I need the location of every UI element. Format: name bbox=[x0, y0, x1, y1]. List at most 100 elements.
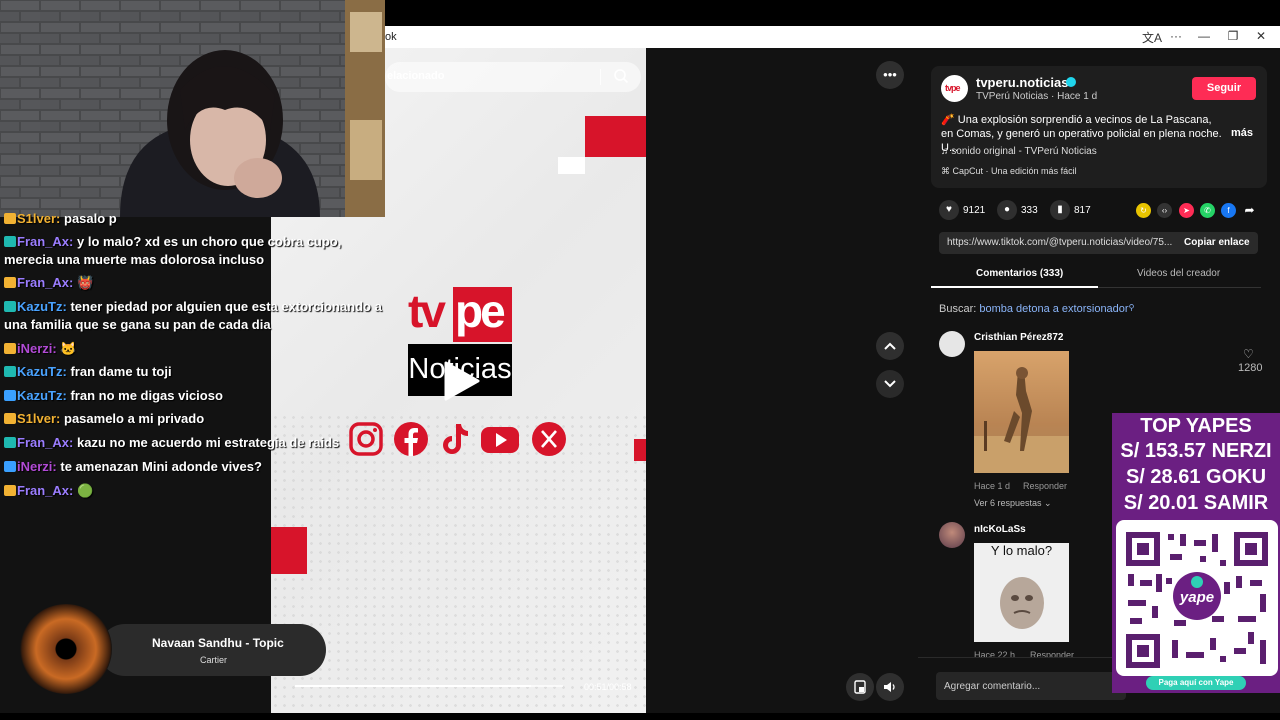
chat-username[interactable]: Fran_Ax: bbox=[17, 275, 73, 290]
qr-pattern-icon: yape bbox=[1126, 532, 1268, 668]
creator-avatar[interactable]: tvpe bbox=[941, 75, 968, 102]
comment-like-count: 1280 bbox=[1238, 362, 1263, 374]
comment-time: Hace 1 d bbox=[974, 481, 1011, 491]
chat-username[interactable]: Fran_Ax: bbox=[17, 234, 73, 249]
tiktok-icon bbox=[440, 420, 470, 461]
chat-message: Fran_Ax: y lo malo? xd es un choro que c… bbox=[4, 233, 341, 251]
album-art-disc bbox=[20, 604, 112, 694]
send-icon[interactable]: ➤ bbox=[1179, 203, 1194, 218]
chat-text: fran no me digas vicioso bbox=[70, 388, 223, 403]
reply-button[interactable]: Responder bbox=[1023, 481, 1067, 491]
comment-author[interactable]: Cristhian Pérez872 bbox=[974, 332, 1064, 343]
chat-username[interactable]: Fran_Ax: bbox=[17, 435, 73, 450]
bottom-black-strip bbox=[0, 713, 1280, 720]
capcut-text: CapCut · Una edición más fácil bbox=[952, 166, 1077, 176]
yapes-line: S/ 20.01 SAMIR bbox=[1123, 492, 1269, 514]
chat-username[interactable]: Fran_Ax: bbox=[17, 483, 73, 498]
capcut-link[interactable]: ⌘ CapCut · Una edición más fácil bbox=[941, 166, 1077, 177]
chat-badge-icon bbox=[4, 413, 16, 424]
decor-white-square bbox=[558, 157, 585, 174]
chat-text: te amenazan Mini adonde vives? bbox=[60, 459, 262, 474]
chat-message: KazuTz: tener piedad por alguien que est… bbox=[4, 298, 382, 316]
facebook-icon bbox=[393, 420, 429, 461]
song-title: Navaan Sandhu - Topic bbox=[152, 636, 284, 650]
now-playing-pill bbox=[99, 624, 326, 676]
chat-text: 🐱 bbox=[60, 341, 77, 356]
video-progress-bar[interactable] bbox=[295, 685, 563, 687]
post-url[interactable]: https://www.tiktok.com/@tvperu.noticias/… bbox=[947, 237, 1175, 248]
follow-button[interactable]: Seguir bbox=[1192, 77, 1256, 100]
comment-author[interactable]: nIcKoLaSs bbox=[974, 524, 1026, 535]
comments-tabs: Comentarios (333) Videos del creador bbox=[931, 262, 1261, 288]
video-search-bar[interactable]: elacionado bbox=[385, 62, 641, 92]
share-repost-icon[interactable]: ↻ bbox=[1136, 203, 1151, 218]
bookmark-icon[interactable]: ▮ bbox=[1050, 200, 1070, 220]
chat-message: Fran_Ax: 👹 bbox=[4, 274, 93, 292]
chat-username[interactable]: KazuTz: bbox=[17, 364, 67, 379]
like-stat[interactable]: ♥ 9121 bbox=[939, 200, 985, 220]
chat-text: tener piedad por alguien que esta extorc… bbox=[70, 299, 382, 314]
close-button[interactable]: ✕ bbox=[1251, 29, 1271, 43]
play-icon[interactable] bbox=[442, 361, 482, 406]
save-stat[interactable]: ▮ 817 bbox=[1050, 200, 1091, 220]
chat-username[interactable]: S1lver: bbox=[17, 211, 60, 226]
chat-username[interactable]: KazuTz: bbox=[17, 388, 67, 403]
volume-icon[interactable] bbox=[876, 673, 904, 701]
comment-avatar[interactable] bbox=[939, 331, 965, 357]
chat-badge-icon bbox=[4, 485, 16, 496]
previous-video-button[interactable] bbox=[876, 332, 904, 360]
comment-image-sticker[interactable] bbox=[974, 351, 1069, 473]
tab-creator-videos[interactable]: Videos del creador bbox=[1137, 268, 1220, 279]
copy-link-button[interactable]: Copiar enlace bbox=[1184, 237, 1250, 248]
x-twitter-icon bbox=[531, 420, 567, 461]
chat-badge-icon bbox=[4, 366, 16, 377]
search-query-link[interactable]: bomba detona a extorsionador bbox=[979, 303, 1128, 315]
chat-username[interactable]: iNerzi: bbox=[17, 341, 57, 356]
yapes-line: S/ 28.61 GOKU bbox=[1125, 466, 1267, 488]
comment-icon[interactable]: ● bbox=[997, 200, 1017, 220]
decor-red-square bbox=[634, 439, 646, 461]
comment-like-icon[interactable]: ♡ bbox=[1243, 347, 1254, 361]
chat-badge-icon bbox=[4, 437, 16, 448]
chat-message: Fran_Ax: kazu no me acuerdo mi estrategi… bbox=[4, 434, 339, 452]
mini-player-icon[interactable] bbox=[846, 673, 874, 701]
next-video-button[interactable] bbox=[876, 370, 904, 398]
heart-icon[interactable]: ♥ bbox=[939, 200, 959, 220]
logo-pe-text: pe bbox=[453, 287, 512, 342]
browser-titlebar: ok 文A ··· — ❐ ✕ bbox=[385, 26, 1280, 48]
creator-username[interactable]: tvperu.noticias bbox=[976, 75, 1068, 90]
comment-avatar[interactable] bbox=[939, 522, 965, 548]
screen: ok 文A ··· — ❐ ✕ elacionado tv pe Noticia… bbox=[0, 0, 1280, 720]
chat-username[interactable]: iNerzi: bbox=[17, 459, 57, 474]
minimize-button[interactable]: — bbox=[1194, 29, 1214, 43]
chat-text: fran dame tu toji bbox=[70, 364, 172, 379]
decor-red-square bbox=[271, 527, 307, 574]
comment-stat[interactable]: ● 333 bbox=[997, 200, 1038, 220]
more-options-icon[interactable]: ··· bbox=[1166, 29, 1186, 43]
translate-icon[interactable]: 文A bbox=[1142, 29, 1162, 46]
chat-message: KazuTz: fran no me digas vicioso bbox=[4, 387, 223, 405]
tab-comments[interactable]: Comentarios (333) bbox=[976, 268, 1063, 279]
creator-subline: TVPerú Noticias · Hace 1 d bbox=[976, 91, 1097, 102]
whatsapp-icon[interactable]: ✆ bbox=[1200, 203, 1215, 218]
embed-icon[interactable]: ‹› bbox=[1157, 203, 1172, 218]
chat-text: y lo malo? xd es un choro que cobra cupo… bbox=[76, 234, 342, 249]
svg-text:yape: yape bbox=[1179, 589, 1214, 606]
chat-message: merecia una muerte mas dolorosa incluso bbox=[4, 251, 264, 269]
yapes-title: TOP YAPES bbox=[1140, 415, 1252, 437]
youtube-icon bbox=[480, 420, 520, 461]
search-icon[interactable] bbox=[613, 68, 629, 89]
facebook-share-icon[interactable]: f bbox=[1221, 203, 1236, 218]
chat-username[interactable]: S1lver: bbox=[17, 411, 60, 426]
comment-image-sticker[interactable]: Y lo malo? bbox=[974, 543, 1069, 642]
restore-button[interactable]: ❐ bbox=[1223, 29, 1243, 43]
share-arrow-icon[interactable]: ➦ bbox=[1242, 203, 1257, 218]
chat-message: KazuTz: fran dame tu toji bbox=[4, 363, 172, 381]
search-suggestion[interactable]: Buscar: bomba detona a extorsionador⚲ bbox=[939, 303, 1134, 315]
caption-more-link[interactable]: más bbox=[1231, 127, 1253, 139]
more-options-button[interactable]: ••• bbox=[876, 61, 904, 89]
view-replies-link[interactable]: Ver 6 respuestas ⌄ bbox=[974, 498, 1052, 509]
post-sound[interactable]: ♫ sonido original - TVPerú Noticias bbox=[941, 146, 1097, 157]
add-comment-input[interactable]: Agregar comentario... bbox=[936, 672, 1126, 700]
chat-username[interactable]: KazuTz: bbox=[17, 299, 67, 314]
